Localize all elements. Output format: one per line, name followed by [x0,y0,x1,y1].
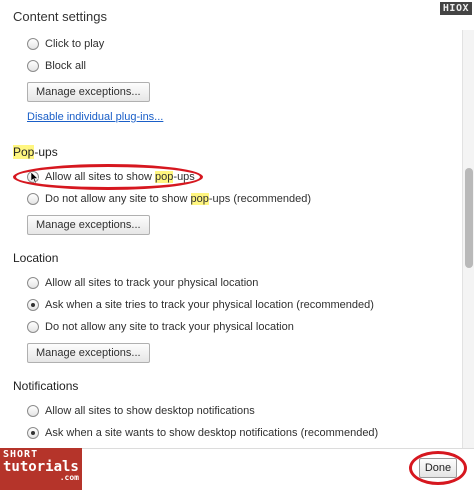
popups-title-highlight: Pop [13,145,35,159]
plugins-option-label: Click to play [45,38,105,50]
notifications-option-label: Ask when a site wants to show desktop no… [45,427,379,439]
notifications-option-ask[interactable]: Ask when a site wants to show desktop no… [27,425,378,441]
radio-checked-icon[interactable] [27,427,39,439]
popups-block-highlight: pop [190,193,209,205]
location-section-title: Location [13,251,59,265]
location-option-allow[interactable]: Allow all sites to track your physical l… [27,275,258,291]
radio-icon[interactable] [27,60,39,72]
popups-allow-label: Allow all sites to show pop-ups [45,171,195,183]
done-button[interactable]: Done [419,458,457,478]
popups-option-allow[interactable]: Allow all sites to show pop-ups [27,169,195,185]
brand-line-3: .com [59,473,79,482]
watermark-logo: HIOX [439,2,472,15]
vertical-scrollbar[interactable] [462,30,474,448]
brand-line-2: tutorials [3,459,79,475]
notifications-option-label: Allow all sites to show desktop notifica… [45,405,255,417]
location-option-label: Do not allow any site to track your phys… [45,321,294,333]
radio-icon[interactable] [27,193,39,205]
short-tutorials-logo: SHORT tutorials .com [0,448,82,490]
mouse-cursor-icon [31,172,39,183]
content-settings-dialog: Content settings HIOX Click to play Bloc… [0,0,474,490]
radio-icon[interactable] [27,405,39,417]
popups-block-text-end: -ups (recommended) [208,193,311,205]
radio-icon[interactable] [27,38,39,50]
popups-manage-exceptions-button[interactable]: Manage exceptions... [27,215,150,235]
radio-checked-icon[interactable] [27,299,39,311]
plugins-option-label: Block all [45,60,86,72]
location-option-block[interactable]: Do not allow any site to track your phys… [27,319,294,335]
location-option-label: Ask when a site tries to track your phys… [45,299,374,311]
popups-allow-text: Allow all sites to show [45,171,156,183]
location-option-ask[interactable]: Ask when a site tries to track your phys… [27,297,374,313]
radio-icon[interactable] [27,321,39,333]
popups-section-title: Pop-ups [13,145,58,159]
popups-block-label: Do not allow any site to show pop-ups (r… [45,193,311,205]
notifications-section-title: Notifications [13,379,79,393]
dialog-title: Content settings [13,9,107,24]
scrollbar-thumb[interactable] [465,168,473,268]
popups-allow-highlight: pop [155,171,174,183]
popups-allow-text-end: -ups [173,171,195,183]
popups-block-text: Do not allow any site to show [45,193,191,205]
disable-individual-plugins-link[interactable]: Disable individual plug-ins... [27,111,163,123]
location-manage-exceptions-button[interactable]: Manage exceptions... [27,343,150,363]
notifications-option-allow[interactable]: Allow all sites to show desktop notifica… [27,403,255,419]
plugins-option-block-all[interactable]: Block all [27,58,86,74]
radio-icon[interactable] [27,277,39,289]
popups-title-rest: -ups [34,145,58,159]
location-option-label: Allow all sites to track your physical l… [45,277,259,289]
popups-option-block[interactable]: Do not allow any site to show pop-ups (r… [27,191,311,207]
plugins-manage-exceptions-button[interactable]: Manage exceptions... [27,82,150,102]
plugins-option-click-to-play[interactable]: Click to play [27,36,104,52]
